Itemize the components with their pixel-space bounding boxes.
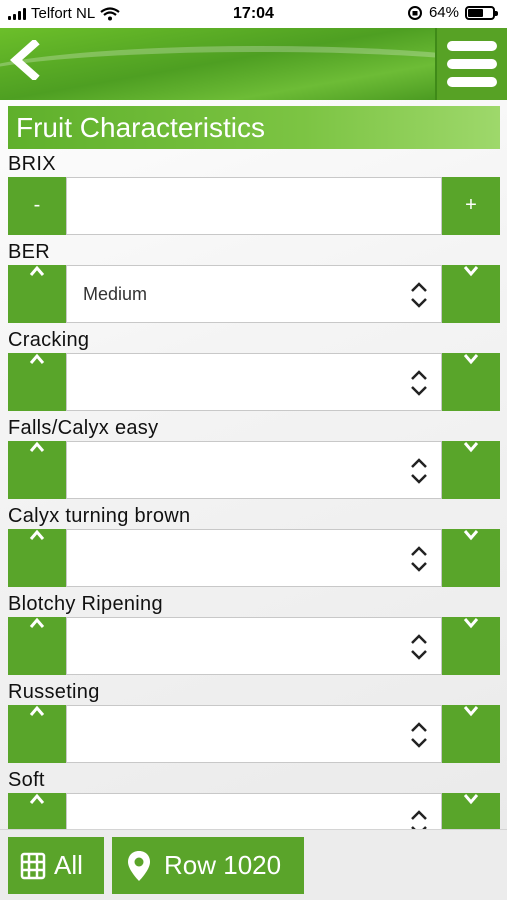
field-label-calyx-turning-brown: Calyx turning brown — [8, 505, 191, 527]
select-arrows-icon — [409, 368, 429, 398]
field-label-cracking: Cracking — [8, 329, 90, 351]
next-option-button[interactable] — [442, 617, 500, 675]
brix-input[interactable] — [66, 177, 442, 235]
field-row-blotchy-ripening — [8, 617, 500, 675]
blotchy-ripening-select[interactable] — [66, 617, 442, 675]
section-title: Fruit Characteristics — [8, 106, 500, 149]
chevron-down-icon — [442, 705, 500, 717]
chevron-up-icon — [8, 353, 66, 365]
chevron-down-icon — [442, 441, 500, 453]
field-label-ber: BER — [8, 241, 51, 263]
chevron-down-icon — [442, 793, 500, 805]
field-row-russeting — [8, 705, 500, 763]
ber-select[interactable]: Medium — [66, 265, 442, 323]
chevron-down-icon — [442, 617, 500, 629]
cracking-select[interactable] — [66, 353, 442, 411]
previous-option-button[interactable] — [8, 265, 66, 323]
chevron-down-icon — [442, 353, 500, 365]
calyx-turning-brown-select[interactable] — [66, 529, 442, 587]
previous-option-button[interactable] — [8, 441, 66, 499]
bottom-bar: All Row 1020 — [0, 829, 507, 900]
all-button[interactable]: All — [8, 837, 104, 894]
field-list: BRIX - + BER Medium Cracking Falls/Calyx easy C… — [8, 151, 500, 851]
next-option-button[interactable] — [442, 705, 500, 763]
menu-button[interactable] — [435, 28, 507, 100]
map-pin-icon — [128, 850, 150, 881]
chevron-up-icon — [8, 441, 66, 453]
all-label: All — [54, 850, 83, 880]
app-header — [0, 28, 507, 100]
chevron-up-icon — [8, 617, 66, 629]
previous-option-button[interactable] — [8, 705, 66, 763]
row-button[interactable]: Row 1020 — [112, 837, 304, 894]
chevron-up-icon — [8, 793, 66, 805]
chevron-up-icon — [8, 705, 66, 717]
select-arrows-icon — [409, 720, 429, 750]
previous-option-button[interactable] — [8, 617, 66, 675]
rotation-lock-icon — [407, 5, 422, 20]
battery-icon — [465, 5, 498, 20]
increment-button[interactable]: + — [442, 177, 500, 235]
next-option-button[interactable] — [442, 529, 500, 587]
grid-icon — [20, 852, 46, 879]
previous-option-button[interactable] — [8, 529, 66, 587]
previous-option-button[interactable] — [8, 353, 66, 411]
back-button[interactable] — [6, 38, 46, 82]
chevron-down-icon — [442, 529, 500, 541]
field-row-calyx-turning-brown — [8, 529, 500, 587]
falls-calyx-easy-select[interactable] — [66, 441, 442, 499]
form-content: Fruit Characteristics BRIX - + BER Medium Cra… — [8, 106, 500, 855]
status-bar: Telfort NL 17:04 64% — [0, 0, 507, 28]
battery-info: 64% — [407, 4, 498, 21]
field-row-cracking — [8, 353, 500, 411]
field-label-brix: BRIX — [8, 153, 56, 175]
field-label-blotchy-ripening: Blotchy Ripening — [8, 593, 163, 615]
field-label-soft: Soft — [8, 769, 45, 791]
next-option-button[interactable] — [442, 265, 500, 323]
field-value: Medium — [83, 284, 148, 304]
chevron-up-icon — [8, 265, 66, 277]
field-label-falls-calyx-easy: Falls/Calyx easy — [8, 417, 159, 439]
field-row-ber: Medium — [8, 265, 500, 323]
field-label-russeting: Russeting — [8, 681, 100, 703]
chevron-down-icon — [442, 265, 500, 277]
select-arrows-icon — [409, 456, 429, 486]
select-arrows-icon — [409, 544, 429, 574]
field-row-brix: - + — [8, 177, 500, 235]
chevron-left-icon — [9, 38, 40, 82]
decrement-button[interactable]: - — [8, 177, 66, 235]
russeting-select[interactable] — [66, 705, 442, 763]
battery-percent: 64% — [428, 4, 459, 21]
next-option-button[interactable] — [442, 441, 500, 499]
field-row-falls-calyx-easy — [8, 441, 500, 499]
next-option-button[interactable] — [442, 353, 500, 411]
row-label: Row 1020 — [164, 850, 282, 880]
select-arrows-icon — [409, 280, 429, 310]
select-arrows-icon — [409, 632, 429, 662]
chevron-up-icon — [8, 529, 66, 541]
